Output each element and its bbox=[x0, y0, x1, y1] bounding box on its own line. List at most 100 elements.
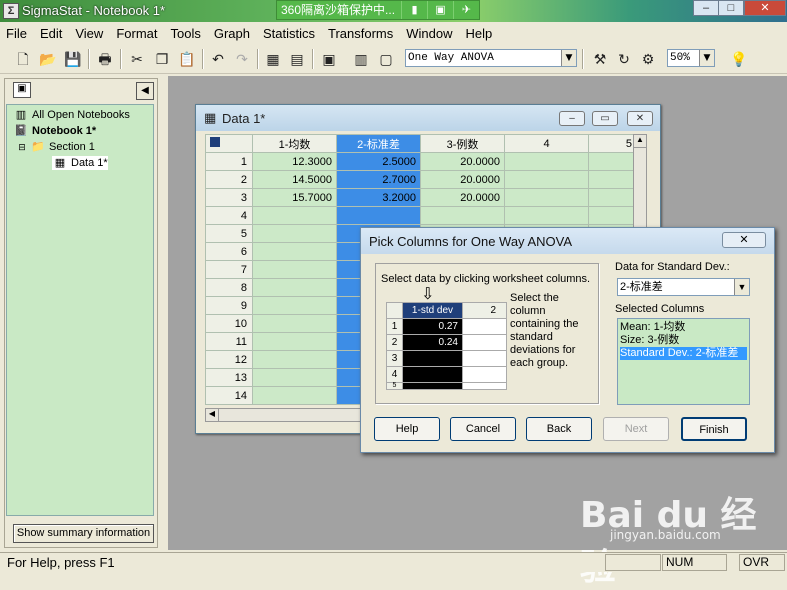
worksheet-minimize-button[interactable]: – bbox=[559, 111, 585, 126]
menu-window[interactable]: Window bbox=[406, 26, 452, 41]
table-cell[interactable]: 20.0000 bbox=[420, 170, 505, 189]
test-select[interactable]: One Way ANOVA ▼ bbox=[405, 49, 577, 67]
dialog-close-button[interactable]: ✕ bbox=[722, 232, 766, 248]
pin-icon[interactable]: ✈ bbox=[453, 1, 479, 19]
rerun-icon[interactable]: ↻ bbox=[613, 48, 635, 70]
notebook-icon[interactable]: ▣ bbox=[318, 48, 340, 70]
table-cell[interactable]: 20.0000 bbox=[420, 188, 505, 207]
table-cell[interactable] bbox=[402, 350, 463, 367]
back-button[interactable]: Back bbox=[526, 417, 592, 441]
collapse-pane-button[interactable]: ◀ bbox=[136, 82, 154, 100]
list-item[interactable]: Standard Dev.: 2-标准差 bbox=[620, 347, 747, 360]
menu-transforms[interactable]: Transforms bbox=[328, 26, 393, 41]
book-icon[interactable]: ▮ bbox=[401, 1, 427, 19]
table-cell[interactable] bbox=[588, 170, 637, 189]
list-item[interactable]: Mean: 1-均数 bbox=[620, 321, 747, 334]
table-cell[interactable] bbox=[252, 206, 337, 225]
table-cell[interactable]: 14.5000 bbox=[252, 170, 337, 189]
minimize-button[interactable]: – bbox=[693, 0, 719, 16]
report-icon[interactable]: ▤ bbox=[286, 48, 308, 70]
table-cell[interactable]: 2.7000 bbox=[336, 170, 421, 189]
table-cell[interactable]: 12.3000 bbox=[252, 152, 337, 171]
page-icon[interactable]: ▢ bbox=[375, 48, 397, 70]
column-header[interactable]: 1-均数 bbox=[252, 134, 337, 153]
selected-columns-list[interactable]: Mean: 1-均数 Size: 3-例数 Standard Dev.: 2-标… bbox=[617, 318, 750, 405]
chevron-down-icon[interactable]: ▼ bbox=[734, 279, 749, 295]
table-cell[interactable] bbox=[504, 170, 589, 189]
mini-column-header[interactable]: 1-std dev bbox=[402, 302, 463, 319]
table-cell[interactable] bbox=[336, 206, 421, 225]
expand-icon[interactable]: ⊟ bbox=[17, 140, 27, 154]
table-cell[interactable] bbox=[504, 206, 589, 225]
options-icon[interactable]: ⚙ bbox=[637, 48, 659, 70]
table-cell[interactable] bbox=[252, 260, 337, 279]
table-cell[interactable] bbox=[252, 224, 337, 243]
open-folder-icon[interactable]: 📂 bbox=[37, 48, 59, 70]
chevron-down-icon[interactable]: ▼ bbox=[699, 50, 714, 66]
menu-graph[interactable]: Graph bbox=[214, 26, 250, 41]
column-header[interactable]: 4 bbox=[504, 134, 589, 153]
row-header[interactable]: 10 bbox=[205, 314, 253, 333]
graph-icon[interactable]: ▥ bbox=[350, 48, 372, 70]
worksheet-restore-button[interactable]: ▭ bbox=[592, 111, 618, 126]
print-icon[interactable]: 🖶 bbox=[94, 48, 116, 70]
row-header[interactable]: 13 bbox=[205, 368, 253, 387]
menu-format[interactable]: Format bbox=[116, 26, 157, 41]
table-cell[interactable]: 0.24 bbox=[402, 334, 463, 351]
finish-button[interactable]: Finish bbox=[681, 417, 747, 441]
worksheet-close-button[interactable]: ✕ bbox=[627, 111, 653, 126]
table-cell[interactable] bbox=[252, 314, 337, 333]
table-cell[interactable]: 20.0000 bbox=[420, 152, 505, 171]
maximize-button[interactable]: □ bbox=[718, 0, 744, 16]
paste-icon[interactable]: 📋 bbox=[176, 48, 198, 70]
table-cell[interactable] bbox=[252, 242, 337, 261]
select-all-icon[interactable] bbox=[205, 134, 253, 153]
row-header[interactable]: 5 bbox=[205, 224, 253, 243]
table-cell[interactable] bbox=[462, 318, 507, 335]
table-cell[interactable] bbox=[588, 152, 637, 171]
table-cell[interactable] bbox=[504, 152, 589, 171]
column-header[interactable]: 2-标准差 bbox=[336, 134, 421, 153]
column-header[interactable]: 5 bbox=[588, 134, 637, 153]
cancel-button[interactable]: Cancel bbox=[450, 417, 516, 441]
row-header[interactable]: 4 bbox=[205, 206, 253, 225]
worksheet-icon[interactable]: ▦ bbox=[262, 48, 284, 70]
menu-statistics[interactable]: Statistics bbox=[263, 26, 315, 41]
mini-column-header[interactable]: 2 bbox=[462, 302, 507, 319]
row-header[interactable]: 8 bbox=[205, 278, 253, 297]
row-header[interactable]: 3 bbox=[205, 188, 253, 207]
row-header[interactable]: 9 bbox=[205, 296, 253, 315]
table-cell[interactable] bbox=[252, 386, 337, 405]
table-cell[interactable] bbox=[252, 368, 337, 387]
sandbox-banner[interactable]: 360隔离沙箱保护中... ▮ ▣ ✈ bbox=[276, 0, 480, 20]
zoom-select[interactable]: 50% ▼ bbox=[667, 49, 715, 67]
table-cell[interactable]: 15.7000 bbox=[252, 188, 337, 207]
show-summary-button[interactable]: Show summary information bbox=[13, 524, 154, 543]
menu-help[interactable]: Help bbox=[466, 26, 493, 41]
table-cell[interactable] bbox=[462, 350, 507, 367]
chevron-down-icon[interactable]: ▼ bbox=[561, 50, 576, 66]
table-cell[interactable] bbox=[252, 332, 337, 351]
table-cell[interactable] bbox=[252, 278, 337, 297]
row-header[interactable]: 11 bbox=[205, 332, 253, 351]
undo-icon[interactable]: ↶ bbox=[207, 48, 229, 70]
table-cell[interactable] bbox=[462, 366, 507, 383]
save-icon[interactable]: 💾 bbox=[62, 48, 84, 70]
table-cell[interactable]: 0.27 bbox=[402, 318, 463, 335]
row-header[interactable]: 6 bbox=[205, 242, 253, 261]
new-file-icon[interactable]: 🗋 bbox=[12, 48, 34, 70]
tree-item-all-notebooks[interactable]: ▥ All Open Notebooks bbox=[13, 108, 130, 122]
copy-icon[interactable]: ❐ bbox=[151, 48, 173, 70]
table-cell[interactable]: 2.5000 bbox=[336, 152, 421, 171]
tree-item-notebook[interactable]: 📓 Notebook 1* bbox=[13, 124, 96, 138]
row-header[interactable]: 12 bbox=[205, 350, 253, 369]
square-icon[interactable]: ▣ bbox=[427, 1, 453, 19]
table-cell[interactable] bbox=[462, 334, 507, 351]
table-cell[interactable] bbox=[588, 188, 637, 207]
table-cell[interactable] bbox=[504, 188, 589, 207]
table-cell[interactable] bbox=[402, 366, 463, 383]
run-test-icon[interactable]: ⚒ bbox=[589, 48, 611, 70]
notebook-manager-icon[interactable]: ▣ bbox=[13, 82, 31, 98]
menu-view[interactable]: View bbox=[75, 26, 103, 41]
column-header[interactable]: 3-例数 bbox=[420, 134, 505, 153]
